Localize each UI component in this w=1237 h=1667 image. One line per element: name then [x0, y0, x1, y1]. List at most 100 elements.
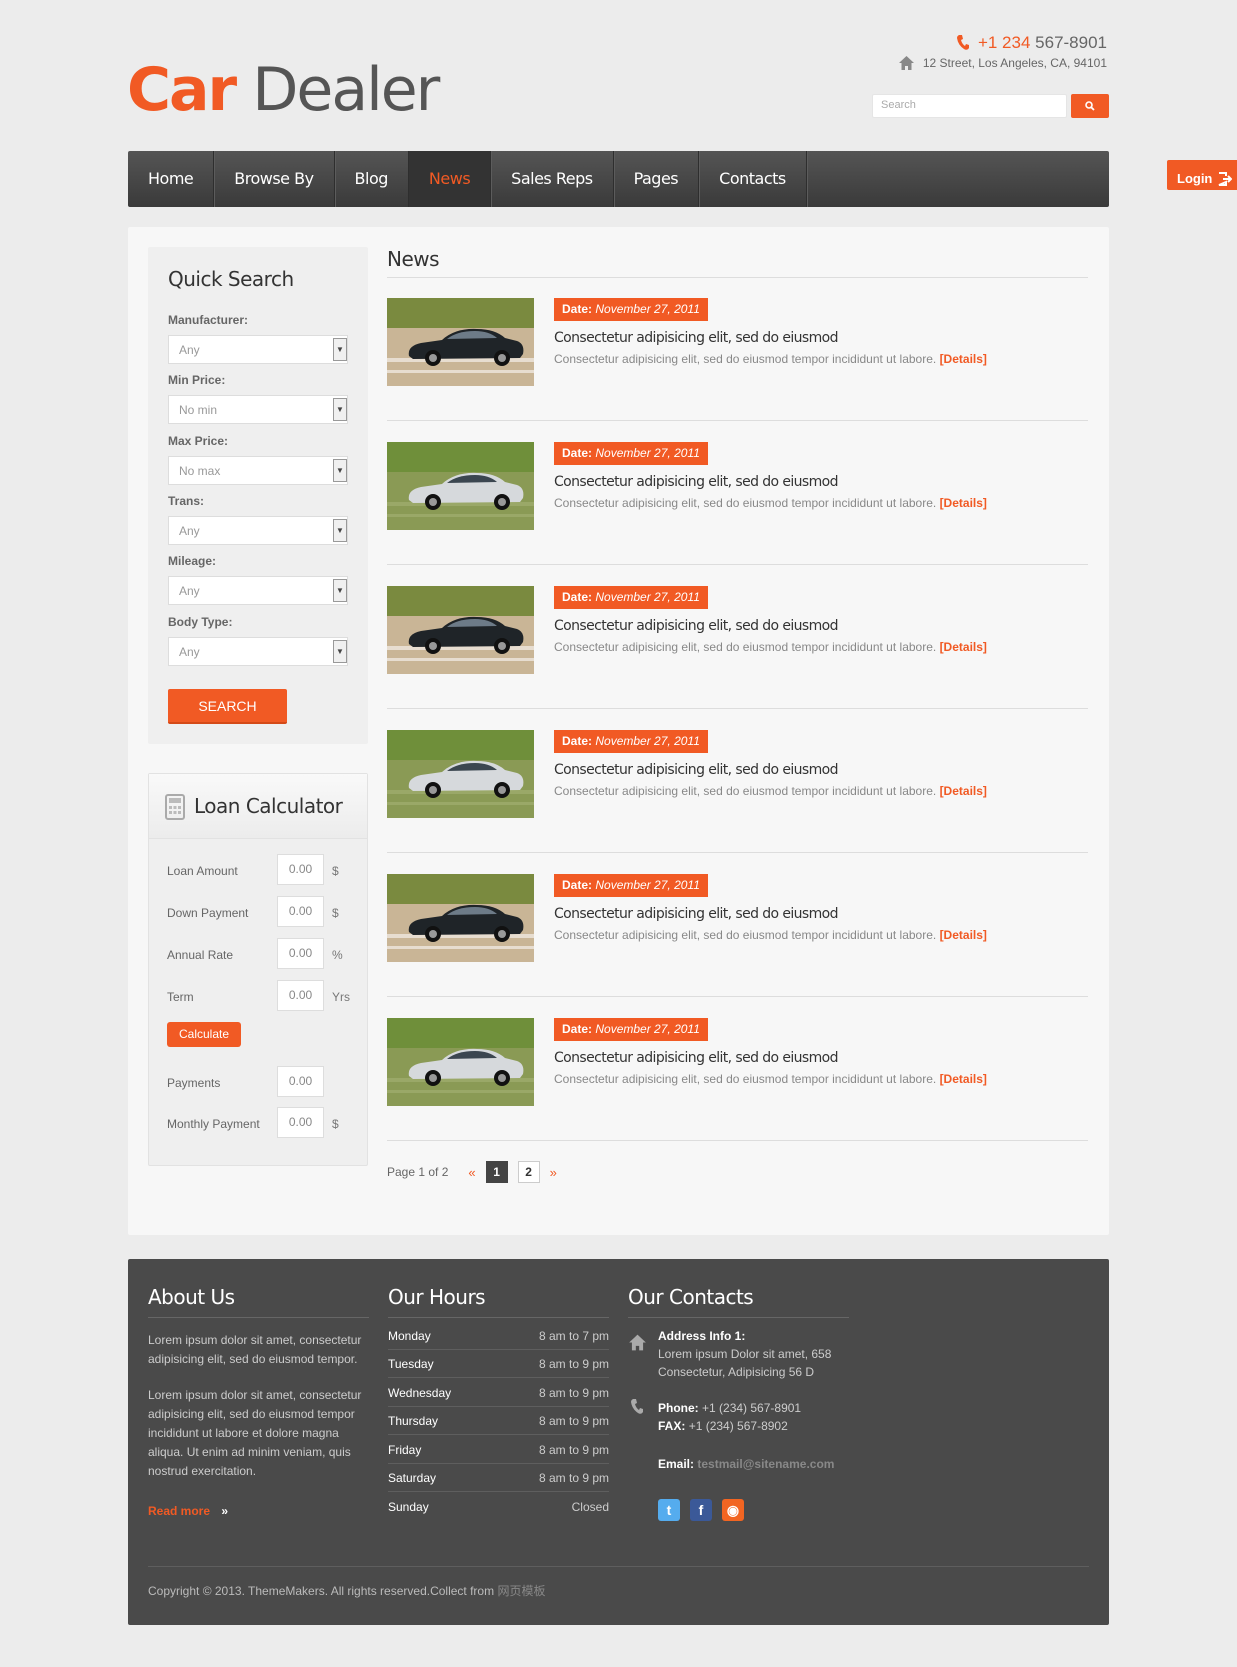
twitter-icon[interactable]: t — [658, 1499, 680, 1521]
news-thumbnail[interactable] — [387, 874, 534, 962]
read-more-label: Read more — [148, 1504, 211, 1518]
phone-label: Phone: — [658, 1401, 699, 1415]
nav-browse-by[interactable]: Browse By — [214, 151, 335, 207]
news-item-title[interactable]: Consectetur adipisicing elit, sed do eiu… — [554, 762, 838, 778]
nav-blog[interactable]: Blog — [335, 151, 409, 207]
copyright-text: Copyright © 2013. ThemeMakers. All right… — [148, 1584, 495, 1598]
nav-pages[interactable]: Pages — [614, 151, 700, 207]
news-date: November 27, 2011 — [595, 590, 700, 604]
mileage-value: Any — [179, 584, 200, 598]
news-heading: News — [387, 247, 440, 271]
copyright: Copyright © 2013. ThemeMakers. All right… — [148, 1582, 545, 1599]
car-thumbnail-image — [387, 586, 534, 674]
max-price-select[interactable]: No max ▼ — [168, 456, 348, 485]
term-input[interactable]: 0.00 — [277, 980, 324, 1011]
car-thumbnail-image — [387, 1018, 534, 1106]
copyright-link[interactable]: 网页模板 — [497, 1584, 545, 1598]
details-link[interactable]: [Details] — [940, 928, 987, 942]
term-unit: Yrs — [332, 990, 350, 1004]
contacts-title: Our Contacts — [628, 1285, 849, 1318]
monthly-payment-unit: $ — [332, 1117, 339, 1131]
news-item-title[interactable]: Consectetur adipisicing elit, sed do eiu… — [554, 906, 838, 922]
site-logo[interactable]: Car Dealer — [127, 60, 440, 120]
news-item-excerpt: Consectetur adipisicing elit, sed do eiu… — [554, 640, 987, 654]
min-price-value: No min — [179, 403, 218, 417]
calculate-button[interactable]: Calculate — [167, 1022, 241, 1047]
news-item-excerpt: Consectetur adipisicing elit, sed do eiu… — [554, 928, 987, 942]
details-link[interactable]: [Details] — [940, 496, 987, 510]
read-more-link[interactable]: Read more » — [148, 1504, 228, 1518]
hours-day: Friday — [388, 1442, 422, 1457]
news-item: Date: November 27, 2011 Consectetur adip… — [387, 997, 1088, 1141]
contact-email: Email: testmail@sitename.com — [658, 1455, 834, 1473]
details-link[interactable]: [Details] — [940, 784, 987, 798]
page-2-button[interactable]: 2 — [517, 1161, 540, 1183]
email-link[interactable]: testmail@sitename.com — [697, 1457, 834, 1471]
details-link[interactable]: [Details] — [940, 1072, 987, 1086]
details-link[interactable]: [Details] — [940, 640, 987, 654]
loan-calculator-panel: Loan Calculator Loan Amount 0.00 $ Down … — [148, 773, 368, 1166]
address-label: Address Info 1: — [658, 1329, 746, 1343]
about-title: About Us — [148, 1285, 369, 1318]
news-item: Date: November 27, 2011 Consectetur adip… — [387, 421, 1088, 565]
hours-row: Friday 8 am to 9 pm — [388, 1436, 609, 1464]
main-nav: Home Browse By Blog News Sales Reps Page… — [128, 151, 1109, 207]
login-button[interactable]: Login — [1167, 160, 1237, 190]
news-date: November 27, 2011 — [595, 446, 700, 460]
news-date: November 27, 2011 — [595, 1022, 700, 1036]
details-link[interactable]: [Details] — [940, 352, 987, 366]
annual-rate-input[interactable]: 0.00 — [277, 938, 324, 969]
loan-calculator-header: Loan Calculator — [149, 774, 367, 839]
body-type-value: Any — [179, 645, 200, 659]
phone-value: +1 (234) 567-8901 — [702, 1401, 802, 1415]
home-icon — [629, 1334, 646, 1351]
mileage-select[interactable]: Any ▼ — [168, 576, 348, 605]
facebook-icon[interactable]: f — [690, 1499, 712, 1521]
car-thumbnail-image — [387, 298, 534, 386]
footer: About Us Lorem ipsum dolor sit amet, con… — [128, 1259, 1109, 1625]
double-chevron-right-icon: » — [221, 1504, 229, 1518]
news-date-label: Date: — [562, 302, 593, 316]
news-thumbnail[interactable] — [387, 730, 534, 818]
fax-value: +1 (234) 567-8902 — [688, 1419, 788, 1433]
loan-amount-input[interactable]: 0.00 — [277, 854, 324, 885]
nav-contacts[interactable]: Contacts — [699, 151, 807, 207]
news-thumbnail[interactable] — [387, 442, 534, 530]
news-item-title[interactable]: Consectetur adipisicing elit, sed do eiu… — [554, 474, 838, 490]
news-thumbnail[interactable] — [387, 298, 534, 386]
page-1-button[interactable]: 1 — [485, 1161, 508, 1183]
news-excerpt-text: Consectetur adipisicing elit, sed do eiu… — [554, 1072, 937, 1086]
news-excerpt-text: Consectetur adipisicing elit, sed do eiu… — [554, 496, 937, 510]
down-payment-input[interactable]: 0.00 — [277, 896, 324, 927]
trans-select[interactable]: Any ▼ — [168, 516, 348, 545]
car-thumbnail-image — [387, 874, 534, 962]
hours-row: Thursday 8 am to 9 pm — [388, 1407, 609, 1435]
phone-prefix: +1 234 — [977, 33, 1031, 52]
news-item-title[interactable]: Consectetur adipisicing elit, sed do eiu… — [554, 1050, 838, 1066]
news-thumbnail[interactable] — [387, 586, 534, 674]
body-type-select[interactable]: Any ▼ — [168, 637, 348, 666]
news-item-title[interactable]: Consectetur adipisicing elit, sed do eiu… — [554, 618, 838, 634]
search-button[interactable] — [1071, 94, 1109, 118]
nav-home[interactable]: Home — [128, 151, 215, 207]
manufacturer-select[interactable]: Any ▼ — [168, 335, 348, 364]
nav-news[interactable]: News — [408, 151, 492, 207]
down-payment-unit: $ — [332, 906, 339, 920]
quick-search-title: Quick Search — [168, 267, 294, 291]
news-date: November 27, 2011 — [595, 734, 700, 748]
news-excerpt-text: Consectetur adipisicing elit, sed do eiu… — [554, 352, 937, 366]
news-thumbnail[interactable] — [387, 1018, 534, 1106]
rss-icon[interactable]: ◉ — [722, 1499, 744, 1521]
nav-sales-reps[interactable]: Sales Reps — [491, 151, 614, 207]
search-input[interactable]: Search — [872, 94, 1067, 118]
prev-page-button[interactable]: « — [468, 1165, 475, 1180]
next-page-button[interactable]: » — [550, 1165, 557, 1180]
loan-amount-label: Loan Amount — [167, 864, 238, 878]
about-text-1: Lorem ipsum dolor sit amet, consectetur … — [148, 1333, 362, 1366]
hours-day: Tuesday — [388, 1356, 434, 1371]
min-price-select[interactable]: No min ▼ — [168, 395, 348, 424]
quick-search-button[interactable]: SEARCH — [168, 689, 287, 724]
news-date-label: Date: — [562, 446, 593, 460]
hours-day: Saturday — [388, 1470, 437, 1485]
news-item-title[interactable]: Consectetur adipisicing elit, sed do eiu… — [554, 330, 838, 346]
